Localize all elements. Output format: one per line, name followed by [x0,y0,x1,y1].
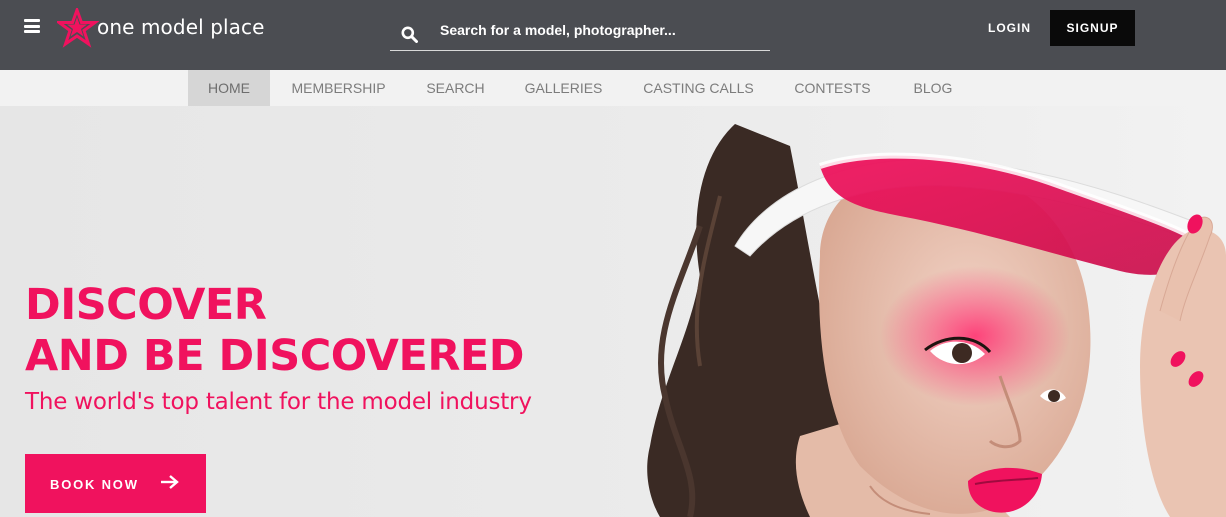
arrow-right-icon [161,475,179,489]
hero-headline-line1: DISCOVER [25,280,267,330]
search-input[interactable] [440,19,760,41]
signup-button[interactable]: SIGNUP [1050,10,1135,46]
star-logo-icon [57,8,99,48]
main-nav: HOME MEMBERSHIP SEARCH GALLERIES CASTING… [0,70,1226,106]
nav-item-casting-calls[interactable]: CASTING CALLS [633,70,764,106]
nav-item-blog[interactable]: BLOG [902,70,964,106]
top-bar: one model place LOGIN SIGNUP [0,0,1226,70]
brand-logo-text: one model place [97,15,265,39]
nav-item-membership[interactable]: MEMBERSHIP [281,70,396,106]
hamburger-menu-icon[interactable] [24,19,40,33]
nav-item-contests[interactable]: CONTESTS [784,70,881,106]
search-bar [390,13,770,51]
nav-item-home[interactable]: HOME [188,70,270,106]
hero-headline-line2: AND BE DISCOVERED [25,331,525,381]
login-link[interactable]: LOGIN [988,21,1031,35]
brand-logo[interactable]: one model place [57,8,264,50]
book-now-button[interactable]: BOOK NOW [25,454,206,513]
nav-item-galleries[interactable]: GALLERIES [515,70,612,106]
nav-item-search[interactable]: SEARCH [416,70,495,106]
search-icon[interactable] [401,26,418,43]
book-now-label: BOOK NOW [50,477,139,492]
hero-banner: DISCOVER AND BE DISCOVERED The world's t… [0,106,1226,517]
hero-tagline: The world's top talent for the model ind… [25,389,532,415]
